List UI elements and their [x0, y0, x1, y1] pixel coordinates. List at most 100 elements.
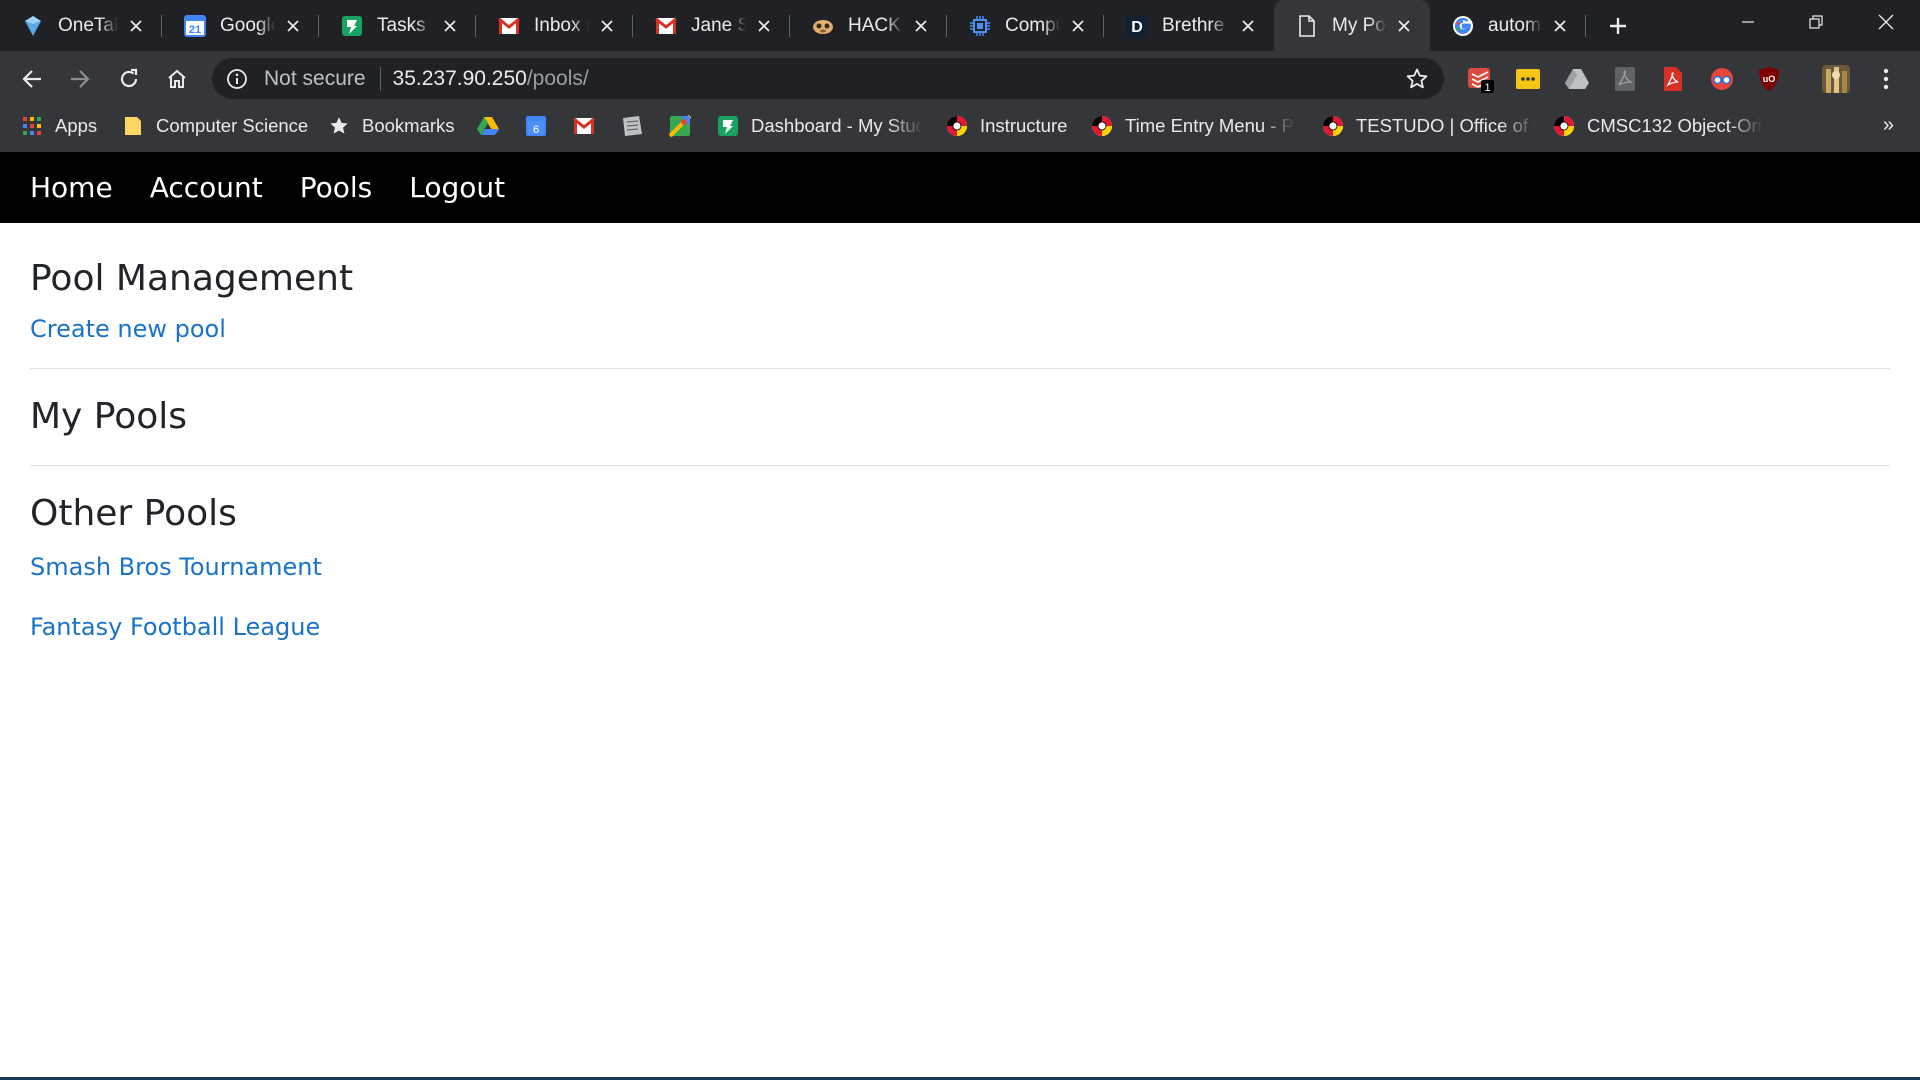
restore-icon	[1809, 15, 1823, 29]
bookmark-gmail[interactable]	[573, 106, 607, 146]
bookmark-drive[interactable]	[477, 106, 511, 146]
reload-icon	[120, 68, 138, 88]
bookmark-sheets[interactable]	[621, 106, 655, 146]
nav-account-link[interactable]: Account	[150, 171, 263, 204]
bookmark-label: Time Entry Menu - Pa	[1125, 115, 1295, 136]
glasses-extension-icon[interactable]	[1708, 65, 1736, 93]
nav-home-link[interactable]: Home	[30, 171, 113, 204]
close-tab-icon[interactable]	[597, 16, 617, 36]
info-icon[interactable]	[224, 66, 250, 92]
close-tab-icon[interactable]	[1238, 16, 1258, 36]
pdf-extension-icon[interactable]	[1611, 65, 1639, 93]
close-tab-icon[interactable]	[1550, 16, 1570, 36]
new-tab-button[interactable]	[1602, 12, 1634, 40]
calendar-icon: 21	[184, 14, 206, 37]
tab-my-pools[interactable]: My Poo	[1274, 0, 1430, 51]
todoist-extension-icon[interactable]: 1	[1466, 65, 1494, 93]
close-tab-icon[interactable]	[1068, 16, 1088, 36]
tab-computer[interactable]: Comput	[947, 0, 1104, 51]
security-status[interactable]: Not secure	[264, 67, 366, 91]
close-tab-icon[interactable]	[440, 16, 460, 36]
onetab-icon	[22, 15, 44, 37]
bookmark-time-entry[interactable]: Time Entry Menu - Pa	[1091, 106, 1295, 146]
acrobat-extension-icon[interactable]	[1659, 65, 1687, 93]
home-icon	[168, 69, 186, 88]
reload-button[interactable]	[114, 64, 144, 94]
tab-google-calendar[interactable]: 21 Google	[162, 0, 319, 51]
bookmark-label: Computer Science	[156, 115, 309, 136]
arrow-left-icon	[22, 70, 41, 88]
close-tab-icon[interactable]	[1394, 16, 1414, 36]
bookmark-folder-bookmarks[interactable]: Bookmarks	[328, 106, 455, 146]
close-tab-icon[interactable]	[754, 16, 774, 36]
url-host[interactable]: 35.237.90.250	[393, 67, 527, 91]
minimize-button[interactable]	[1714, 0, 1782, 44]
svg-text:D: D	[1131, 19, 1143, 36]
apps-grid-icon	[21, 115, 43, 137]
umd-icon	[1322, 115, 1344, 137]
plus-icon	[1610, 18, 1626, 34]
section-divider	[30, 465, 1890, 467]
tab-brethren[interactable]: D Brethre	[1104, 0, 1274, 51]
bookmark-label: TESTUDO | Office of t	[1356, 115, 1536, 136]
bookmark-calendar[interactable]: 6	[525, 106, 559, 146]
calendar-day-text: 6	[533, 124, 539, 136]
tab-title: Jane St	[691, 14, 746, 36]
create-new-pool-link[interactable]: Create new pool	[30, 315, 1890, 343]
bookmark-star-icon[interactable]	[1404, 66, 1430, 92]
tab-hackumd[interactable]: HACKU	[790, 0, 947, 51]
hackumd-icon	[812, 15, 834, 37]
back-button[interactable]	[17, 64, 47, 94]
tab-title: My Poo	[1332, 14, 1386, 36]
bookmarks-overflow-button[interactable]: »	[1883, 114, 1894, 137]
chip-icon	[969, 15, 991, 37]
drive-extension-icon[interactable]	[1563, 65, 1591, 93]
close-tab-icon[interactable]	[283, 16, 303, 36]
nav-logout-link[interactable]: Logout	[409, 171, 505, 204]
calendar-icon: 6	[525, 115, 547, 137]
bookmark-testudo[interactable]: TESTUDO | Office of t	[1322, 106, 1536, 146]
restore-button[interactable]	[1782, 0, 1850, 44]
folder-icon	[122, 115, 144, 137]
tab-tasks[interactable]: Tasks -	[319, 0, 476, 51]
close-window-button[interactable]	[1852, 0, 1920, 44]
tab-jane-street[interactable]: Jane St	[633, 0, 790, 51]
my-pools-heading: My Pools	[30, 396, 188, 438]
tab-title: automa	[1488, 14, 1542, 36]
extension-badge: 1	[1484, 82, 1490, 93]
profile-avatar[interactable]	[1822, 65, 1850, 93]
bookmark-label: Bookmarks	[362, 115, 455, 136]
tab-google-search[interactable]: automa	[1430, 0, 1586, 51]
address-bar[interactable]: Not secure 35.237.90.250/pools/	[212, 58, 1444, 99]
bookmark-apps[interactable]: Apps	[21, 106, 97, 146]
browser-toolbar: Not secure 35.237.90.250/pools/ 1 uO	[0, 51, 1920, 106]
umd-icon	[1553, 115, 1575, 137]
bookmark-folder-computer-science[interactable]: Computer Science	[122, 106, 308, 146]
bookmark-maps[interactable]	[669, 106, 703, 146]
close-tab-icon[interactable]	[911, 16, 931, 36]
calendar-day-text: 21	[189, 24, 201, 36]
nav-pools-link[interactable]: Pools	[300, 171, 373, 204]
url-path[interactable]: /pools/	[527, 67, 589, 91]
chrome-menu-button[interactable]	[1872, 65, 1900, 93]
forward-button[interactable]	[65, 64, 95, 94]
sticky-notes-extension-icon[interactable]	[1514, 65, 1542, 93]
home-button[interactable]	[162, 64, 192, 94]
tasks-icon	[717, 115, 739, 137]
minimize-icon	[1742, 21, 1754, 23]
pool-link-fantasy-football[interactable]: Fantasy Football League	[30, 613, 1890, 641]
bookmark-instructure[interactable]: Instructure	[946, 106, 1067, 146]
pool-link-smash-bros[interactable]: Smash Bros Tournament	[30, 553, 1890, 581]
section-divider	[30, 368, 1890, 370]
site-navbar: Home Account Pools Logout	[0, 152, 1920, 223]
sheets-icon	[621, 115, 643, 137]
tab-title: Inbox (	[534, 14, 589, 36]
tab-inbox[interactable]: Inbox (	[476, 0, 633, 51]
ublock-extension-icon[interactable]: uO	[1755, 65, 1783, 93]
bookmark-dashboard[interactable]: Dashboard - My Stud	[717, 106, 923, 146]
close-tab-icon[interactable]	[126, 16, 146, 36]
google-icon	[1452, 15, 1474, 37]
bookmark-cmsc132[interactable]: CMSC132 Object-Ori	[1553, 106, 1763, 146]
close-icon	[1878, 14, 1894, 30]
tab-onetab[interactable]: OneTab	[0, 0, 162, 51]
